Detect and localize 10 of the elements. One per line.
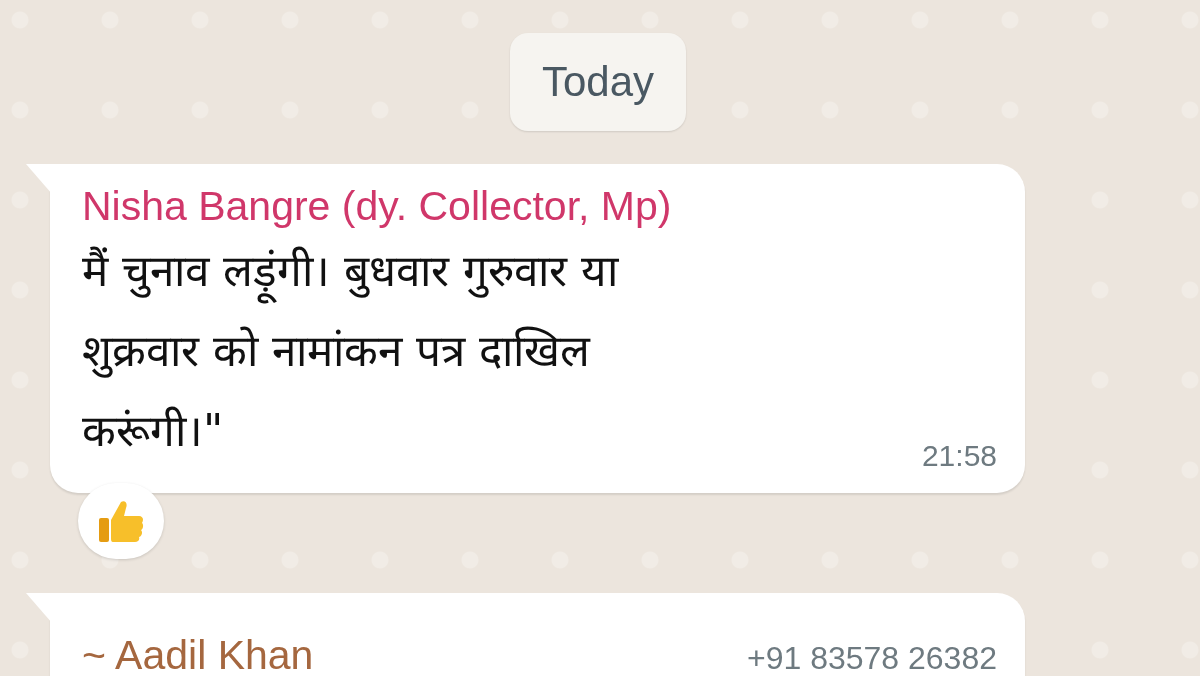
message-time: 21:58	[921, 439, 997, 474]
reaction-badge[interactable]	[78, 483, 164, 560]
message-text: शुक्रवार को नामांकन पत्र दाखिल	[82, 324, 592, 380]
sender-name[interactable]: ~ Aadil Khan	[82, 631, 314, 676]
date-chip: Today	[509, 33, 687, 132]
message-text: मैं चुनाव लड़ूंगी। बुधवार गुरुवार या	[82, 231, 618, 312]
message-text: करूंगी।"	[82, 404, 225, 459]
thumbs-up-icon	[97, 498, 145, 545]
phone-number: +91 83578 26382	[746, 640, 997, 676]
sender-name[interactable]: Nisha Bangre (dy. Collector, Mp)	[82, 182, 997, 232]
